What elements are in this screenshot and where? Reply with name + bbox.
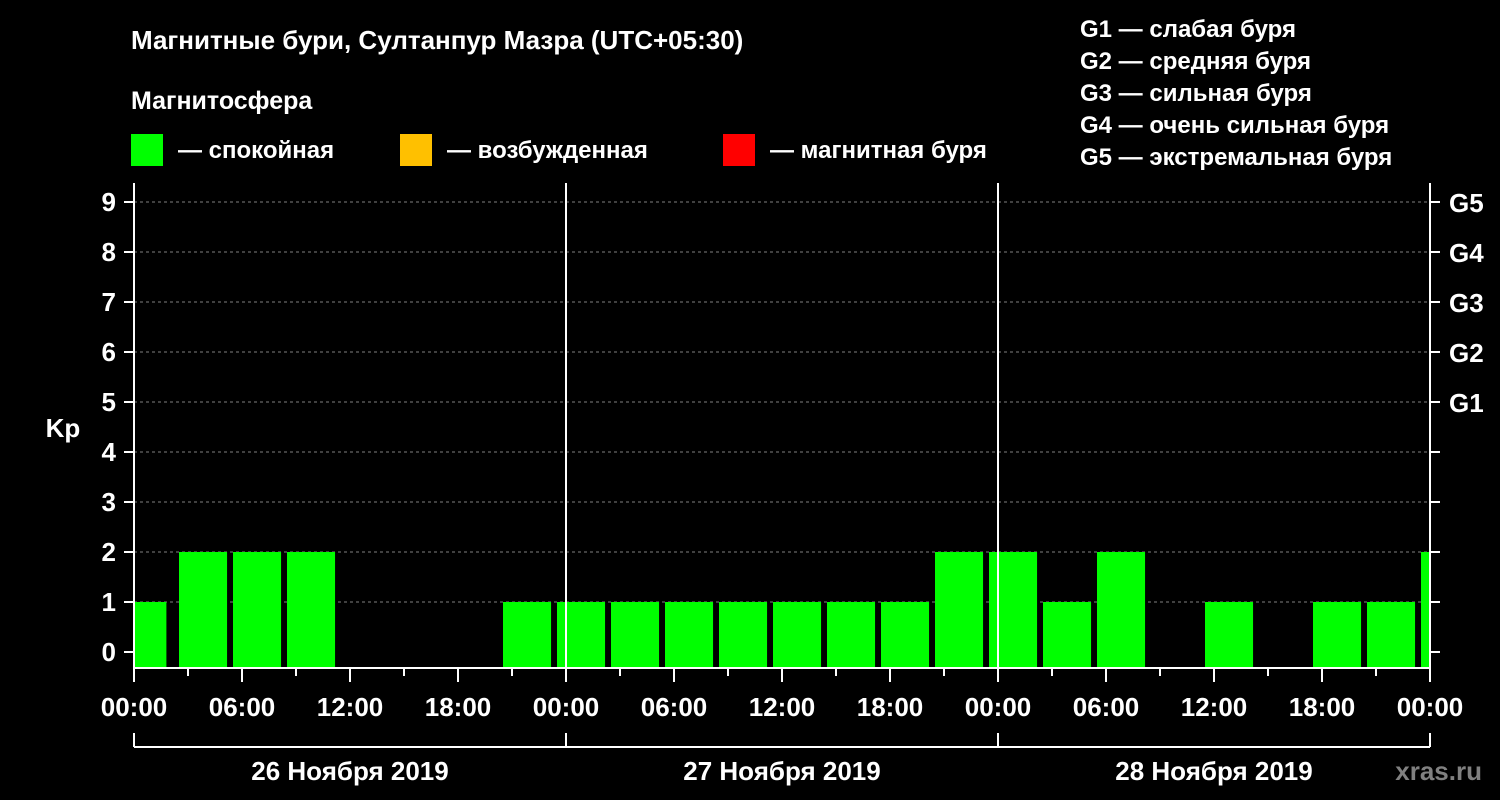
chart-title: Магнитные бури, Султанпур Мазра (UTC+05:…	[131, 25, 743, 55]
right-axis-label-g2: G2	[1449, 338, 1484, 368]
bar-22	[1313, 602, 1362, 668]
x-tick-label-11: 18:00	[1289, 692, 1356, 722]
chart-subtitle: Магнитосфера	[131, 87, 313, 115]
y-axis-ticks: 0 1 2 3 4 5 6 7 8 9	[102, 187, 134, 667]
bar-24	[1421, 552, 1430, 668]
bar-1	[179, 552, 228, 668]
bar-12	[773, 602, 822, 668]
y-tick-label-3: 3	[102, 487, 116, 517]
x-tick-label-4: 00:00	[533, 692, 600, 722]
y-tick-label-9: 9	[102, 187, 116, 217]
bar-10	[665, 602, 714, 668]
bar-15	[935, 552, 984, 668]
right-axis-label-g1: G1	[1449, 388, 1484, 418]
legend-label-1: — возбужденная	[447, 137, 648, 164]
day-separators	[565, 183, 999, 668]
bar-14	[881, 602, 930, 668]
x-tick-label-2: 12:00	[317, 692, 384, 722]
bar-9	[611, 602, 660, 668]
storm-scale-legend: G1 — слабая буря G2 — средняя буря G3 — си…	[1080, 16, 1392, 171]
x-tick-label-10: 12:00	[1181, 692, 1248, 722]
day-label-2: 28 Ноября 2019	[1115, 756, 1312, 786]
legend-swatch-2	[723, 134, 755, 166]
bar-13	[827, 602, 876, 668]
watermark: xras.ru	[1395, 756, 1482, 786]
right-axis-ticks: G1 G2 G3 G4 G5	[1430, 188, 1484, 653]
y-tick-label-0: 0	[102, 637, 116, 667]
bar-23	[1367, 602, 1416, 668]
y-tick-label-5: 5	[102, 387, 116, 417]
bar-17	[1043, 602, 1092, 668]
y-tick-label-6: 6	[102, 337, 116, 367]
x-tick-label-6: 12:00	[749, 692, 816, 722]
gridlines	[134, 201, 1430, 603]
storm-scale-item-2: G2 — средняя буря	[1080, 48, 1311, 75]
y-tick-label-1: 1	[102, 587, 116, 617]
chart-stage: Магнитные бури, Султанпур Мазра (UTC+05:…	[0, 0, 1500, 800]
right-axis-label-g5: G5	[1449, 188, 1484, 218]
bar-20	[1205, 602, 1254, 668]
x-axis-ticks: 00:00 06:00 12:00 18:00 00:00 06:00 12:00 18:00…	[101, 668, 1464, 722]
x-tick-label-5: 06:00	[641, 692, 708, 722]
y-tick-label-2: 2	[102, 537, 116, 567]
bar-3	[287, 552, 336, 668]
y-tick-label-7: 7	[102, 287, 116, 317]
legend-label-0: — спокойная	[178, 137, 334, 164]
legend-label-2: — магнитная буря	[770, 137, 987, 164]
x-tick-label-12: 00:00	[1397, 692, 1464, 722]
day-label-0: 26 Ноября 2019	[251, 756, 448, 786]
bar-18	[1097, 552, 1146, 668]
x-tick-label-7: 18:00	[857, 692, 924, 722]
x-tick-label-1: 06:00	[209, 692, 276, 722]
right-axis-label-g3: G3	[1449, 288, 1484, 318]
storm-scale-item-5: G5 — экстремальная буря	[1080, 144, 1392, 171]
storm-scale-item-4: G4 — очень сильная буря	[1080, 112, 1389, 139]
bar-8	[557, 602, 606, 668]
storm-scale-item-3: G3 — сильная буря	[1080, 80, 1312, 107]
x-tick-label-3: 18:00	[425, 692, 492, 722]
legend-swatch-1	[400, 134, 432, 166]
kp-chart: Магнитные бури, Султанпур Мазра (UTC+05:…	[46, 16, 1485, 786]
right-axis-label-g4: G4	[1449, 238, 1484, 268]
y-axis-label: Kp	[46, 413, 81, 443]
x-tick-label-8: 00:00	[965, 692, 1032, 722]
bar-11	[719, 602, 768, 668]
bar-7	[503, 602, 552, 668]
bar-16	[989, 552, 1038, 668]
bar-2	[233, 552, 282, 668]
legend-swatch-0	[131, 134, 163, 166]
day-label-1: 27 Ноября 2019	[683, 756, 880, 786]
y-tick-label-8: 8	[102, 237, 116, 267]
x-tick-label-9: 06:00	[1073, 692, 1140, 722]
bars	[134, 552, 1430, 668]
y-tick-label-4: 4	[102, 437, 117, 467]
legend: — спокойная — возбужденная — магнитная бур…	[131, 134, 987, 166]
x-tick-label-0: 00:00	[101, 692, 168, 722]
storm-scale-item-1: G1 — слабая буря	[1080, 16, 1296, 43]
bar-0	[134, 602, 167, 668]
day-labels: 26 Ноября 2019 27 Ноября 2019 28 Ноября 20…	[133, 733, 1431, 786]
